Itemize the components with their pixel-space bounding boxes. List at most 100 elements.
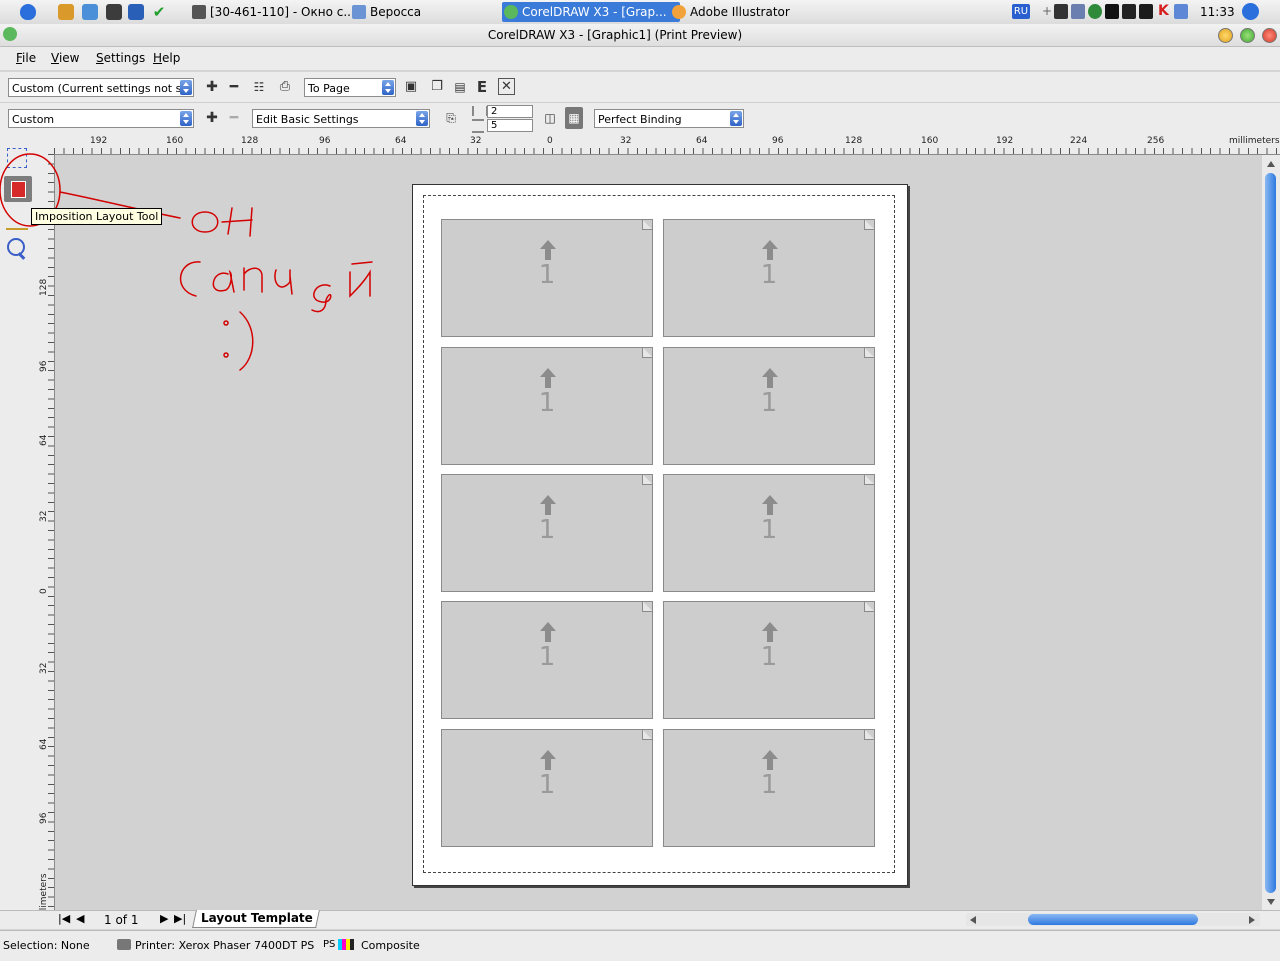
window-icon [192, 5, 206, 19]
imposition-card[interactable]: 1 [663, 601, 875, 719]
print-style-select[interactable]: Custom (Current settings not s... [8, 78, 194, 97]
print-options-icon[interactable]: ☷ [250, 78, 268, 96]
menu-help[interactable]: Help [153, 51, 180, 65]
page-number: 1 [760, 388, 778, 418]
maximize-button[interactable] [1240, 28, 1255, 43]
page-orientation-icon[interactable]: ⎘ [442, 109, 460, 127]
rows-spinner[interactable]: 5 [487, 119, 533, 132]
rows-value: 5 [491, 120, 498, 131]
quicklaunch-browser-icon[interactable] [82, 4, 98, 20]
separations-icon[interactable]: ❐ [428, 78, 446, 96]
page-corner-fold [642, 730, 652, 740]
horizontal-scroll-thumb[interactable] [1028, 914, 1198, 925]
imposition-card[interactable]: 1 [663, 474, 875, 592]
handwritten-annotation [0, 153, 373, 371]
task-illustrator[interactable]: Adobe Illustrator [670, 2, 820, 22]
quicklaunch-editor-icon[interactable] [128, 4, 144, 20]
horizontal-scrollbar[interactable] [966, 913, 1260, 926]
close-button[interactable] [1262, 28, 1277, 43]
print-icon[interactable]: ⎙ [276, 78, 294, 96]
add-style-button[interactable]: ✚ [203, 78, 221, 96]
zoom-select[interactable]: To Page [304, 78, 396, 97]
annotation-dot [223, 352, 229, 358]
tray-app-icon[interactable] [1139, 4, 1153, 19]
task-window-1[interactable]: [30-461-110] - Окно с... [190, 2, 360, 22]
imposition-card[interactable]: 1 [441, 347, 653, 465]
ruler-label: 32 [620, 136, 632, 146]
imposition-card[interactable]: 1 [441, 601, 653, 719]
lock-icon[interactable]: ▦ [565, 107, 583, 129]
page-number: 1 [538, 260, 556, 290]
task-label: Веросса [370, 5, 422, 19]
first-page-button[interactable]: |◀ [58, 912, 70, 925]
color-bars-icon [338, 939, 354, 950]
imposition-card[interactable]: 1 [441, 729, 653, 847]
tray-gear-icon[interactable] [1088, 4, 1102, 19]
imposition-card[interactable]: 1 [663, 729, 875, 847]
imposition-card[interactable]: 1 [663, 347, 875, 465]
tray-app-icon[interactable] [1174, 4, 1188, 19]
quicklaunch-tools-icon[interactable] [58, 4, 74, 20]
ruler-label: 96 [319, 136, 331, 146]
duplex-icon[interactable]: ◫ [541, 109, 559, 127]
tray-app-icon[interactable] [1054, 4, 1068, 19]
annotation-letter [243, 267, 263, 293]
minimize-button[interactable] [1218, 28, 1233, 43]
scroll-right-icon[interactable] [1249, 916, 1255, 924]
page-number: 1 [760, 642, 778, 672]
columns-spinner[interactable]: 2 [487, 105, 533, 118]
imposition-card[interactable]: 1 [441, 219, 653, 337]
remove-style-button[interactable]: ━ [225, 78, 243, 96]
ruler-label: 128 [845, 136, 863, 146]
tray-app-icon[interactable] [1122, 4, 1136, 19]
selection-status: Selection: None [3, 939, 90, 952]
quicklaunch-app-icon[interactable] [106, 4, 122, 20]
quicklaunch-check-icon[interactable]: ✔ [151, 4, 167, 20]
vertical-scrollbar[interactable] [1262, 155, 1280, 910]
close-preview-button[interactable]: ✕ [498, 78, 515, 95]
spotlight-search-icon[interactable] [1242, 3, 1259, 20]
emulsion-button[interactable]: E [473, 78, 491, 96]
columns-icon [472, 106, 488, 116]
film-icon[interactable]: ▤ [451, 78, 469, 96]
tray-k-icon[interactable]: K [1158, 4, 1172, 19]
edit-settings-select[interactable]: Edit Basic Settings [252, 109, 430, 128]
ruler-label: 128 [241, 136, 259, 146]
vertical-scroll-thumb[interactable] [1265, 173, 1276, 893]
clock[interactable]: 11:33 [1200, 0, 1235, 24]
next-page-button[interactable]: ▶ [160, 912, 168, 925]
orientation-arrow-icon [762, 622, 778, 642]
prev-page-button[interactable]: ◀ [76, 912, 84, 925]
scroll-left-icon[interactable] [970, 916, 976, 924]
printer-status[interactable]: Printer: Xerox Phaser 7400DT PS [135, 939, 314, 952]
annotation-letter [274, 269, 293, 295]
page-corner-fold [864, 602, 874, 612]
task-coreldraw[interactable]: CorelDRAW X3 - [Grap... [502, 2, 680, 22]
binding-select[interactable]: Perfect Binding [594, 109, 744, 128]
last-page-button[interactable]: ▶| [174, 912, 186, 925]
tray-plus-icon[interactable]: + [1040, 4, 1054, 19]
annotation-letter [221, 207, 253, 237]
imposition-card[interactable]: 1 [441, 474, 653, 592]
apple-menu-icon[interactable] [20, 4, 36, 20]
tray-app-icon[interactable] [1071, 4, 1085, 19]
menu-view[interactable]: View [51, 51, 79, 65]
scroll-up-icon[interactable] [1267, 161, 1275, 167]
tray-media-icon[interactable] [1105, 4, 1119, 19]
add-layout-button[interactable]: ✚ [203, 109, 221, 127]
remove-layout-button[interactable]: ━ [225, 109, 243, 127]
language-indicator[interactable]: RU [1012, 4, 1030, 19]
scroll-down-icon[interactable] [1267, 899, 1275, 905]
full-screen-icon[interactable]: ▣ [402, 78, 420, 96]
taskbar: ✔ [30-461-110] - Окно с... Веросса Corel… [0, 0, 1280, 25]
orientation-arrow-icon [540, 368, 556, 388]
imposition-card[interactable]: 1 [663, 219, 875, 337]
task-window-2[interactable]: Веросса [350, 2, 490, 22]
print-style-value: Custom (Current settings not s... [12, 82, 192, 95]
menu-settings[interactable]: Settings [96, 51, 145, 65]
menu-file[interactable]: File [16, 51, 36, 65]
page-corner-fold [864, 220, 874, 230]
window-title: CorelDRAW X3 - [Graphic1] (Print Preview… [487, 28, 743, 42]
layout-select[interactable]: Custom [8, 109, 194, 128]
page-navigation-bar: |◀ ◀ 1 of 1 ▶ ▶| Layout Template [0, 910, 1280, 929]
